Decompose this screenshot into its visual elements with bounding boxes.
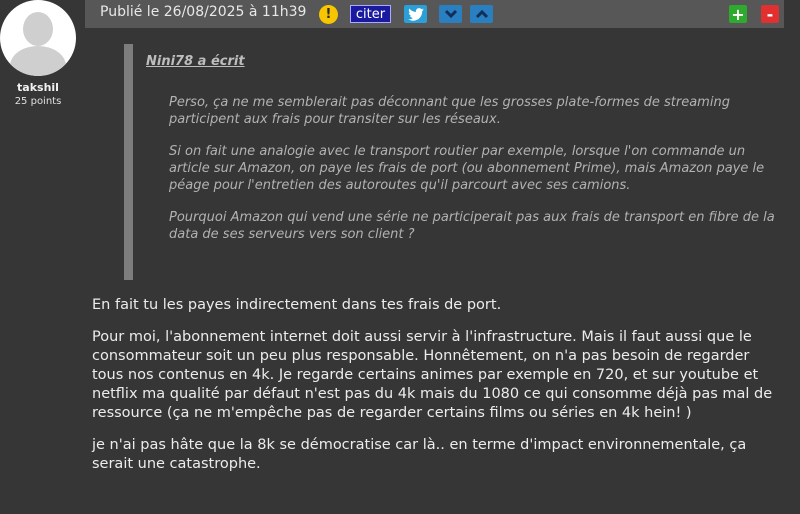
quote-body: Perso, ça ne me semblerait pas déconnant… [169, 94, 784, 258]
post-header: Publié le 26/08/2025 à 11h39 ! citer + - [85, 0, 784, 28]
downvote-button[interactable]: - [761, 5, 779, 24]
scroll-down-button[interactable] [439, 5, 462, 23]
quote-paragraph: Perso, ça ne me semblerait pas déconnant… [169, 95, 730, 127]
author-panel: takshil 25 points [0, 0, 76, 107]
quote-paragraph: Pourquoi Amazon qui vend une série ne pa… [169, 210, 775, 242]
report-warning-icon[interactable]: ! [319, 5, 338, 24]
quote-author[interactable]: Nini78 a écrit [146, 54, 245, 69]
quote-block: Nini78 a écrit Perso, ça ne me semblerai… [124, 44, 784, 280]
post-date: Publié le 26/08/2025 à 11h39 [100, 4, 307, 20]
quote-paragraph: Si on fait une analogie avec le transpor… [169, 144, 765, 193]
reply-paragraph: Pour moi, l'abonnement internet doit aus… [92, 329, 773, 421]
reply-paragraph: En fait tu les payes indirectement dans … [92, 297, 502, 313]
author-points: 25 points [14, 96, 62, 107]
quote-button[interactable]: citer [350, 5, 391, 23]
reply-body: En fait tu les payes indirectement dans … [92, 296, 782, 487]
chevron-up-icon [475, 9, 488, 19]
author-name[interactable]: takshil [0, 81, 76, 94]
avatar-shoulders-shape [10, 46, 66, 76]
twitter-bird-icon [407, 7, 424, 21]
reply-paragraph: je n'ai pas hâte que la 8k se démocratis… [92, 437, 747, 472]
twitter-share-icon[interactable] [404, 5, 427, 23]
avatar-head-shape [23, 12, 53, 46]
upvote-button[interactable]: + [729, 5, 747, 24]
avatar[interactable] [0, 0, 76, 76]
scroll-up-button[interactable] [470, 5, 493, 23]
chevron-down-icon [444, 9, 457, 19]
